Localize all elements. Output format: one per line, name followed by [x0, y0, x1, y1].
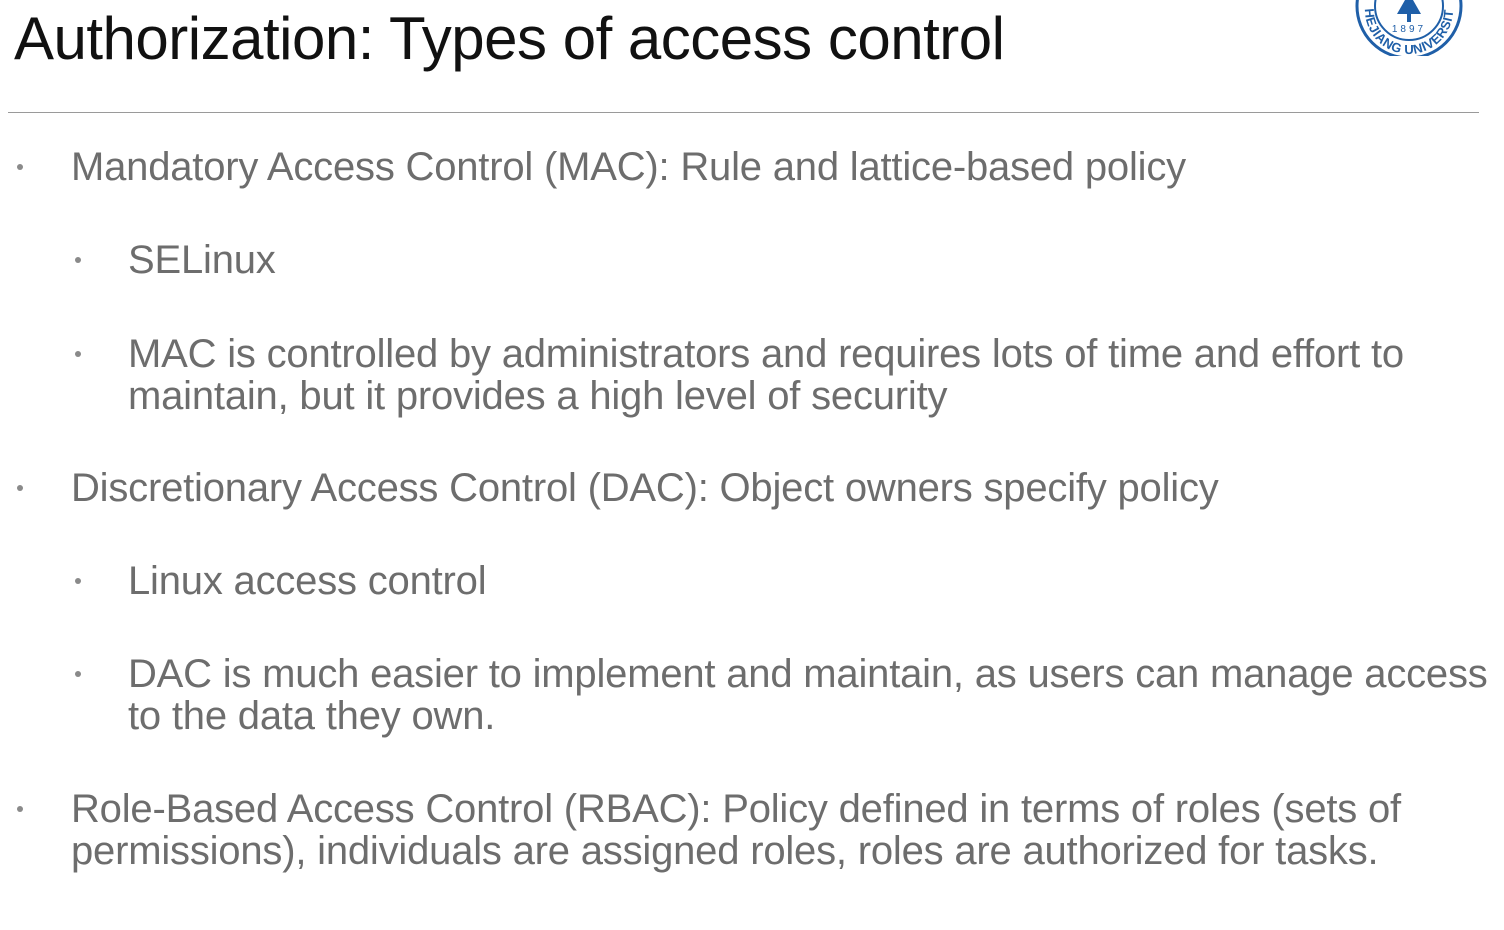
sub-bullet-mac-note: MAC is controlled by administrators and … [75, 332, 1488, 418]
bullet-dot [17, 164, 23, 170]
bullet-rbac: Role-Based Access Control (RBAC): Policy… [17, 787, 1481, 873]
sub-bullet-dac-note: DAC is much easier to implement and main… [75, 652, 1488, 738]
bullet-text: Mandatory Access Control (MAC): Rule and… [71, 145, 1186, 189]
bullet-text: Linux access control [128, 559, 487, 603]
bullet-dot [75, 351, 81, 357]
bullet-text: SELinux [128, 238, 276, 282]
bullet-dac: Discretionary Access Control (DAC): Obje… [17, 466, 1481, 510]
bullet-text: Discretionary Access Control (DAC): Obje… [71, 466, 1219, 510]
bullet-dot [75, 257, 81, 263]
bullet-dot [17, 806, 23, 812]
bullet-mac: Mandatory Access Control (MAC): Rule and… [17, 145, 1481, 189]
bullet-dot [75, 671, 81, 677]
bullet-list: Mandatory Access Control (MAC): Rule and… [0, 0, 1504, 930]
bullet-text: MAC is controlled by administrators and … [128, 332, 1404, 418]
bullet-text: Role-Based Access Control (RBAC): Policy… [71, 787, 1401, 873]
bullet-text: DAC is much easier to implement and main… [128, 652, 1488, 738]
sub-bullet-linux: Linux access control [75, 559, 1488, 603]
bullet-dot [17, 485, 23, 491]
bullet-dot [75, 578, 81, 584]
sub-bullet-selinux: SELinux [75, 238, 1488, 282]
